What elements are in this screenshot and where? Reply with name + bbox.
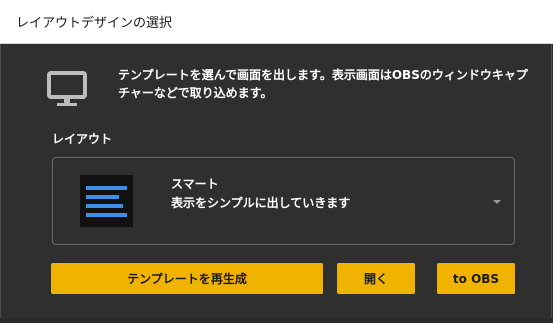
chevron-down-icon[interactable] xyxy=(493,200,501,204)
dialog-title: レイアウトデザインの選択 xyxy=(16,16,173,31)
dialog-bottom-edge xyxy=(0,318,553,323)
layout-thumbnail xyxy=(80,175,133,227)
open-button[interactable]: 開く xyxy=(337,263,415,294)
dialog-titlebar: レイアウトデザインの選択 xyxy=(0,0,553,44)
layout-description: 表示をシンプルに出していきます xyxy=(171,196,351,210)
monitor-icon xyxy=(46,70,88,108)
layout-name: スマート xyxy=(171,177,219,191)
to-obs-button[interactable]: to OBS xyxy=(437,263,515,294)
regenerate-template-button[interactable]: テンプレートを再生成 xyxy=(51,263,323,294)
thumbnail-bar xyxy=(86,213,127,217)
thumbnail-bar xyxy=(86,186,127,190)
description-line-1: テンプレートを選んで画面を出します。表示画面はOBSのウィンドウキャプ xyxy=(118,68,528,82)
thumbnail-bar xyxy=(86,204,123,208)
layout-section-label: レイアウト xyxy=(52,132,113,146)
layout-select[interactable]: スマート 表示をシンプルに出していきます xyxy=(52,157,515,245)
thumbnail-bar xyxy=(86,195,119,199)
description-text: テンプレートを選んで画面を出します。表示画面はOBSのウィンドウキャプ チャーな… xyxy=(118,66,538,102)
description-line-2: チャーなどで取り込めます。 xyxy=(118,86,273,100)
